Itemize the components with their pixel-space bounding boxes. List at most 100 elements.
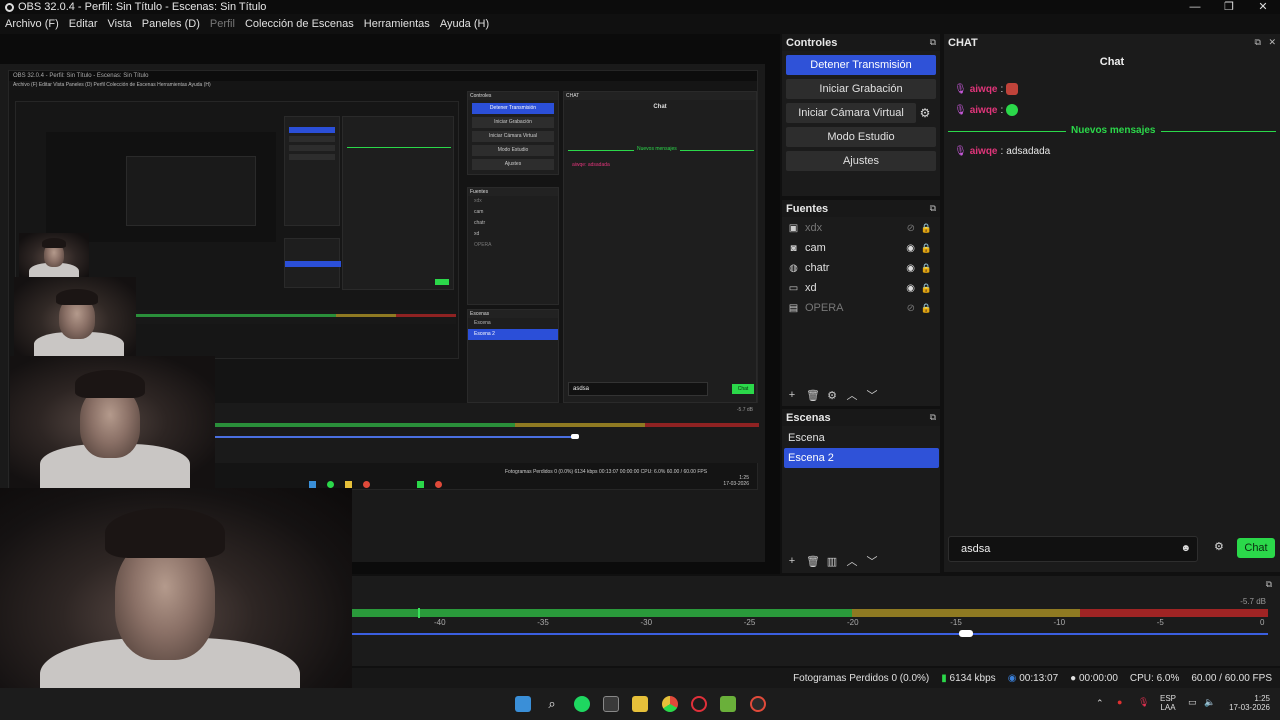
opera-icon[interactable] [691,696,707,712]
language-indicator[interactable]: ESP LAA [1160,694,1176,712]
mixer-menu-icon[interactable]: ⧉ [1266,579,1272,590]
move-up-icon[interactable]: ︿ [846,553,858,569]
add-source-icon[interactable]: + [786,389,798,401]
volume-icon[interactable]: 🔈 [1204,697,1215,708]
lock-icon[interactable]: 🔒 [921,263,932,274]
new-messages-label: Nuevos mensajes [1066,125,1161,136]
chat-input-field[interactable]: asdsa ☻ [948,536,1198,562]
menu-coleccion-escenas[interactable]: Colección de Escenas [245,18,354,30]
nested-scene-row: Escena [474,320,491,326]
stop-stream-button[interactable]: Detener Transmisión [786,55,936,75]
nested-scene-row-selected: Escena 2 [468,329,558,340]
chrome-icon[interactable] [662,696,678,712]
nested2-mixer [136,310,456,324]
nested-source-row: xd [474,231,480,237]
nested-scenes-panel: Escenas Escena Escena 2 [467,309,559,403]
nested-mixer: -5.7 dB [215,403,759,463]
lock-icon[interactable]: 🔒 [921,223,932,234]
menu-perfil[interactable]: Perfil [210,18,235,30]
spotify-icon[interactable] [574,696,590,712]
meter-red [1080,609,1268,617]
obs-taskbar-icon[interactable] [750,696,766,712]
move-down-icon[interactable]: ﹀ [866,387,878,403]
chat-title: Chat [1099,56,1125,68]
chat-send-button[interactable]: Chat [1237,538,1275,558]
game-app-icon[interactable] [720,696,736,712]
source-row-xdx[interactable]: ▣ xdx ⊘ 🔒 [782,218,939,238]
tray-mic-icon[interactable]: 🎙 [1138,697,1149,708]
source-row-opera[interactable]: ▤ OPERA ⊘ 🔒 [782,298,939,318]
add-scene-icon[interactable]: + [786,555,798,567]
store-icon[interactable] [603,696,619,712]
menu-archivo[interactable]: Archivo (F) [5,18,59,30]
cpu-usage: CPU: 6.0% [1129,672,1180,684]
remove-scene-icon[interactable]: 🗑 [806,555,820,568]
chat-username[interactable]: aiwqe [970,105,998,116]
menu-paneles[interactable]: Paneles (D) [142,18,200,30]
eye-icon[interactable]: ◉ [906,263,915,274]
image-icon: ▣ [788,222,799,234]
maximize-button[interactable]: ❐ [1212,0,1246,14]
scene-row-escena[interactable]: Escena [784,428,939,448]
scene-row-escena-2-selected[interactable]: Escena 2 [784,448,939,468]
file-explorer-icon[interactable] [632,696,648,712]
undock-icon[interactable]: ⧉ [930,37,936,48]
scene-filters-icon[interactable]: ▥ [826,555,838,568]
lock-icon[interactable]: 🔒 [921,283,932,294]
window-controls: — ❐ ✕ [1178,0,1280,14]
volume-slider-handle[interactable] [958,630,973,637]
eye-icon[interactable]: ◉ [906,243,915,254]
meter-tick-label: -40 [434,618,446,627]
chat-username[interactable]: aiwqe [970,146,998,157]
nested-new-messages: Nuevos mensajes [634,146,680,152]
meter-yellow [852,609,1080,617]
chat-settings-gear-icon[interactable]: ⚙ [1214,540,1224,553]
record-icon: ● [1070,672,1077,684]
studio-mode-button[interactable]: Modo Estudio [786,127,936,147]
menu-vista[interactable]: Vista [108,18,132,30]
start-windows-icon[interactable] [515,696,531,712]
lock-icon[interactable]: 🔒 [921,243,932,254]
undock-icon[interactable]: ⧉ [930,412,936,423]
window-icon: ▤ [788,302,799,314]
source-properties-gear-icon[interactable]: ⚙ [826,389,838,402]
tray-chevron-icon[interactable]: ⌃ [1096,698,1104,709]
start-virtual-camera-button[interactable]: Iniciar Cámara Virtual [786,103,916,123]
undock-icon[interactable]: ⧉ [1255,37,1261,47]
move-down-icon[interactable]: ﹀ [866,553,878,569]
nested-chat-head: CHAT [564,92,756,100]
start-recording-button[interactable]: Iniciar Grabación [786,79,936,99]
source-row-xd[interactable]: ▭ xd ◉ 🔒 [782,278,939,298]
close-dock-icon[interactable]: ✕ [1268,37,1276,47]
menu-ayuda[interactable]: Ayuda (H) [440,18,489,30]
chat-username[interactable]: aiwqe [970,84,998,95]
close-button[interactable]: ✕ [1246,0,1280,14]
menu-herramientas[interactable]: Herramientas [364,18,430,30]
move-up-icon[interactable]: ︿ [846,387,858,403]
menu-editar[interactable]: Editar [69,18,98,30]
emoji-icon[interactable]: ☻ [1180,543,1191,554]
remove-source-icon[interactable]: 🗑 [806,389,820,402]
clock[interactable]: 1:25 17-03-2026 [1222,694,1270,712]
settings-button[interactable]: Ajustes [786,151,936,171]
eye-hidden-icon[interactable]: ⊘ [907,223,915,234]
browser-icon: ◍ [789,262,798,274]
search-icon[interactable]: ⌕ [544,696,560,712]
source-row-cam[interactable]: ◙ cam ◉ 🔒 [782,238,939,258]
virtual-camera-settings-gear-icon[interactable]: ⚙ [916,104,934,122]
volume-slider-track[interactable] [352,633,1268,635]
minimize-button[interactable]: — [1178,0,1212,14]
camera-icon: ◙ [790,242,797,254]
tray-record-icon[interactable]: ● [1117,697,1122,707]
meter-tick-label: -35 [537,618,549,627]
lock-icon[interactable]: 🔒 [921,303,932,314]
eye-icon[interactable]: ◉ [906,283,915,294]
controls-title: Controles [786,36,838,49]
source-row-chatr[interactable]: ◍ chatr ◉ 🔒 [782,258,939,278]
source-label: xdx [805,222,823,234]
meter-peak [418,608,420,618]
network-icon[interactable]: ▭ [1188,697,1197,708]
scenes-toolbar: + 🗑 ▥ ︿ ﹀ [786,553,878,569]
eye-hidden-icon[interactable]: ⊘ [907,303,915,314]
undock-icon[interactable]: ⧉ [930,203,936,214]
